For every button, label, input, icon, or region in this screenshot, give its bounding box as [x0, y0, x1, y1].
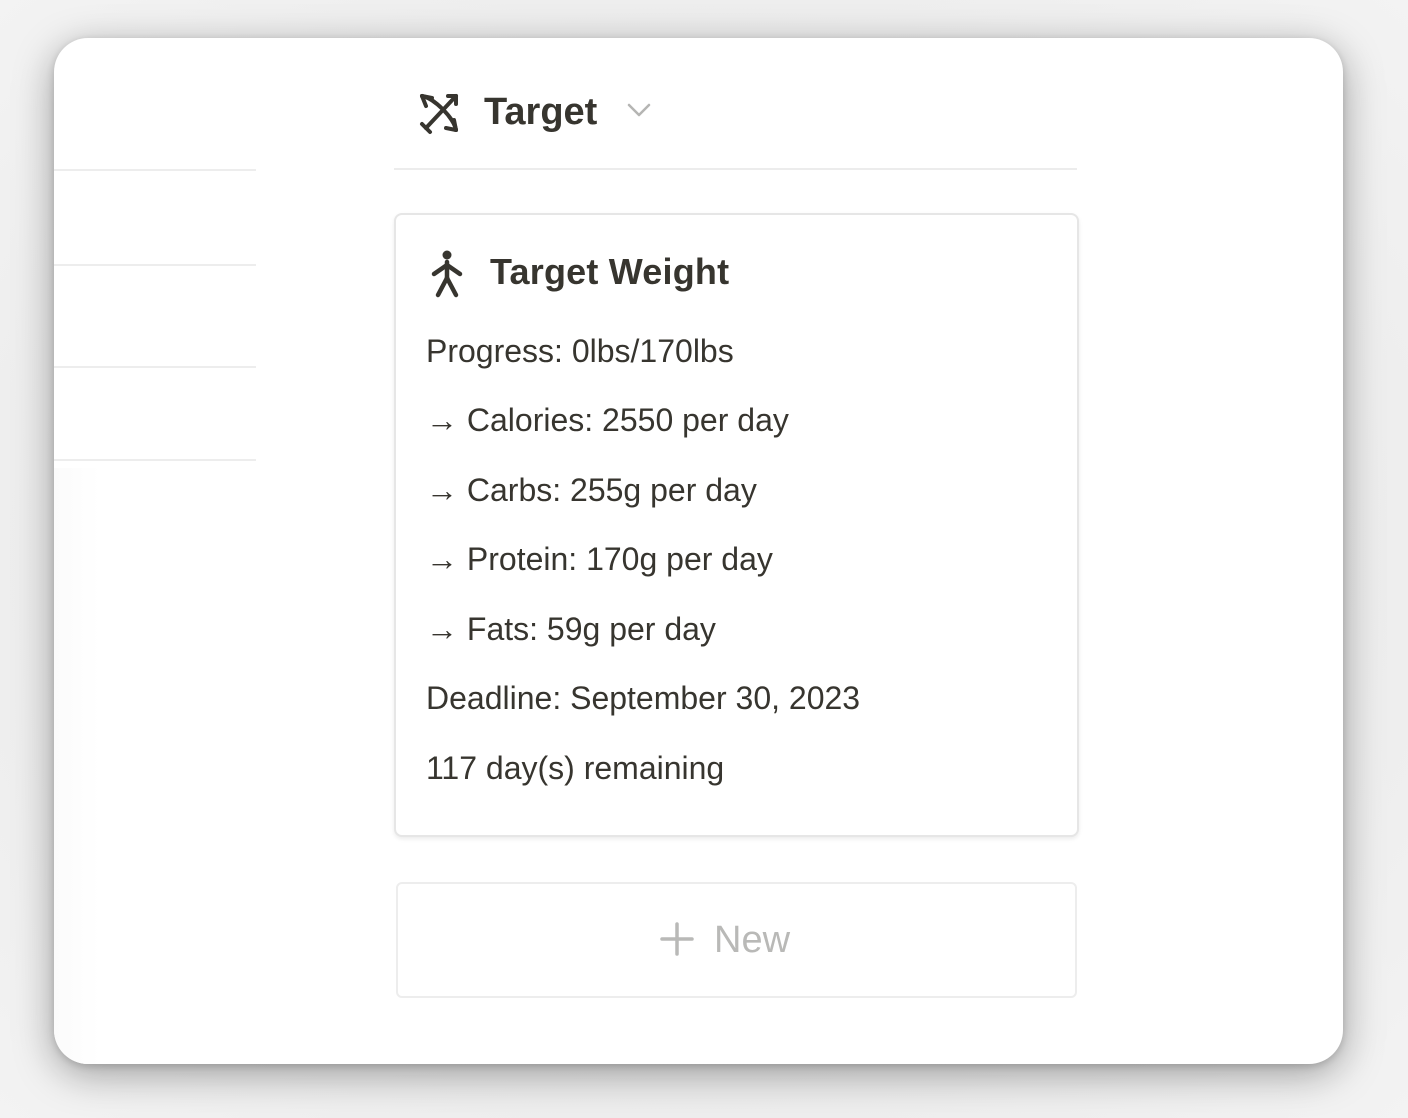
plus-icon	[660, 922, 694, 956]
column-header[interactable]: Target	[394, 76, 1077, 170]
deadline-property: Deadline: September 30, 2023	[426, 680, 861, 716]
divider	[54, 169, 256, 171]
new-card-button[interactable]: New	[396, 882, 1077, 998]
progress-property: Progress: 0lbs/170lbs	[426, 333, 734, 369]
card-target-weight[interactable]: Target Weight Progress: 0lbs/170lbs → Ca…	[394, 213, 1079, 837]
divider	[54, 264, 256, 266]
carbs-property: → Carbs: 255g per day	[426, 472, 757, 508]
divider	[54, 366, 256, 368]
protein-property: → Protein: 170g per day	[426, 541, 773, 577]
column-edge	[54, 468, 100, 1064]
new-button-label: New	[714, 919, 791, 961]
walking-figure-icon	[431, 250, 463, 298]
fats-property: → Fats: 59g per day	[426, 611, 716, 647]
days-remaining-property: 117 day(s) remaining	[426, 750, 725, 786]
bow-and-arrow-icon	[420, 94, 458, 134]
left-board-column-fragment	[54, 38, 256, 1064]
chevron-down-icon[interactable]	[626, 100, 652, 120]
card-title: Target Weight	[490, 251, 730, 292]
app-window: Target Target Weight Progress: 0lbs/170l…	[54, 38, 1343, 1064]
divider	[54, 459, 256, 461]
column-title: Target	[484, 91, 598, 133]
calories-property: → Calories: 2550 per day	[426, 402, 789, 438]
